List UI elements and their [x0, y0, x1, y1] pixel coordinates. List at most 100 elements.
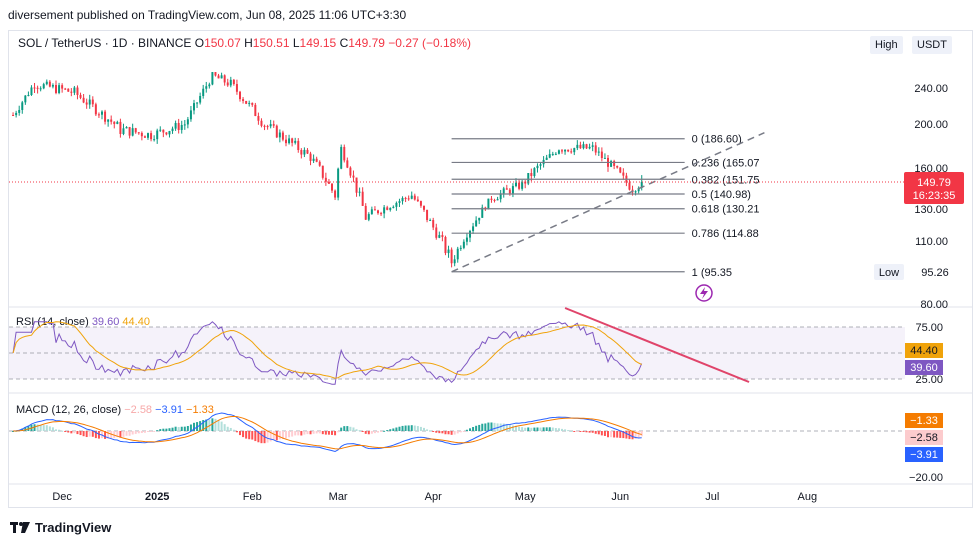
- candle-body: [505, 188, 508, 190]
- macd-histogram-bar: [147, 431, 149, 432]
- macd-histogram-bar: [432, 431, 435, 432]
- candle-body: [306, 149, 309, 154]
- price-tick-80: 80.00: [920, 299, 948, 311]
- macd-histogram-bar: [42, 425, 45, 431]
- candle-body: [281, 132, 284, 140]
- candle-body: [168, 131, 171, 135]
- macd-histogram-bar: [429, 430, 432, 432]
- macd-histogram-bar: [383, 430, 386, 432]
- macd-histogram-bar: [159, 429, 162, 431]
- candle-body: [352, 175, 355, 178]
- macd-histogram-bar: [131, 431, 134, 435]
- macd-histogram-bar: [125, 431, 128, 436]
- macd-histogram-bar: [85, 431, 88, 438]
- candle-body: [24, 95, 27, 103]
- candle-body: [401, 197, 404, 202]
- macd-histogram-bar: [444, 431, 447, 435]
- macd-histogram-bar: [542, 427, 545, 431]
- macd-histogram-bar: [370, 431, 373, 434]
- candle-body: [254, 104, 257, 117]
- candle-body: [380, 213, 383, 215]
- macd-histogram-bar: [607, 431, 609, 438]
- candle-body: [272, 124, 275, 126]
- macd-histogram-bar: [456, 431, 459, 434]
- candle-body: [183, 124, 186, 126]
- macd-histogram-bar: [462, 431, 465, 432]
- candle-body: [36, 87, 39, 89]
- tradingview-logo-icon: [10, 521, 30, 533]
- candle-body: [94, 104, 97, 115]
- candle-body: [349, 167, 352, 176]
- candle-body: [462, 241, 465, 248]
- candle-body: [113, 121, 116, 125]
- candle-body: [223, 75, 226, 83]
- macd-histogram-bar: [67, 431, 70, 433]
- candle-body: [79, 94, 82, 98]
- macd-histogram-bar: [180, 426, 183, 431]
- candle-body: [180, 125, 183, 130]
- macd-histogram-bar: [61, 430, 64, 432]
- macd-histogram-bar: [426, 429, 429, 431]
- macd-histogram-bar: [343, 426, 346, 431]
- macd-histogram-bar: [189, 424, 192, 431]
- last-price-value: 149.79: [917, 177, 951, 189]
- candle-body: [275, 125, 278, 138]
- low-value: 95.26: [921, 267, 949, 279]
- candle-body: [392, 206, 395, 208]
- macd-histogram-bar: [573, 431, 576, 432]
- rsi-ma-badge-text: 44.40: [910, 345, 938, 357]
- lightning-icon: [700, 287, 708, 299]
- candle-body: [432, 220, 435, 228]
- candle-body: [419, 201, 422, 206]
- macd-histogram-bar: [585, 431, 588, 433]
- low-label: Low: [879, 267, 899, 279]
- macd-histogram-bar: [260, 431, 263, 444]
- candle-body: [269, 124, 272, 127]
- candle-body: [594, 145, 597, 153]
- candle-body: [600, 151, 603, 159]
- macd-histogram-bar: [88, 431, 91, 437]
- candle-body: [616, 165, 619, 168]
- tradingview-logo: TradingView: [10, 520, 111, 535]
- candle-body: [278, 132, 281, 138]
- candle-body: [450, 249, 453, 264]
- candle-body: [591, 145, 594, 147]
- candle-body: [110, 119, 113, 122]
- time-label-dec: Dec: [52, 491, 72, 503]
- macd-histogram-bar: [377, 431, 379, 433]
- macd-histogram-bar: [186, 425, 189, 431]
- macd-histogram-bar: [303, 431, 306, 435]
- countdown-value: 16:23:35: [913, 190, 956, 202]
- candle-body: [321, 165, 324, 178]
- candle-body: [358, 191, 361, 193]
- macd-histogram-bar: [441, 431, 444, 434]
- macd-histogram-bar: [582, 431, 585, 432]
- macd-histogram-bar: [511, 425, 514, 431]
- macd-histogram-bar: [229, 427, 232, 431]
- macd-histogram-bar: [407, 425, 410, 431]
- macd-histogram-bar: [386, 430, 389, 432]
- macd-histogram-bar: [600, 431, 603, 436]
- macd-badge-text: −2.58: [910, 432, 938, 444]
- macd-histogram-bar: [355, 429, 358, 431]
- macd-histogram-bar: [478, 424, 481, 431]
- candle-body: [490, 198, 493, 200]
- candle-body: [370, 209, 373, 215]
- macd-histogram-bar: [413, 425, 416, 431]
- price-chart[interactable]: Dec 2025 Feb Mar Apr May Jun Jul Aug 240.00 200.00…: [0, 0, 980, 546]
- candle-body: [140, 132, 143, 137]
- macd-histogram-bar: [235, 431, 238, 433]
- macd-histogram-bar: [76, 431, 79, 435]
- macd-histogram-bar: [45, 425, 48, 431]
- candle-body: [628, 182, 631, 190]
- candle-body: [383, 207, 386, 214]
- price-tick-110: 110.00: [915, 236, 948, 248]
- candle-body: [496, 199, 499, 201]
- candle-body: [377, 210, 379, 214]
- candle-body: [582, 144, 585, 149]
- macd-histogram-bar: [410, 425, 413, 431]
- macd-histogram-bar: [168, 428, 171, 431]
- candle-body: [444, 237, 447, 254]
- candle-body: [15, 112, 18, 116]
- macd-histogram-bar: [294, 431, 297, 436]
